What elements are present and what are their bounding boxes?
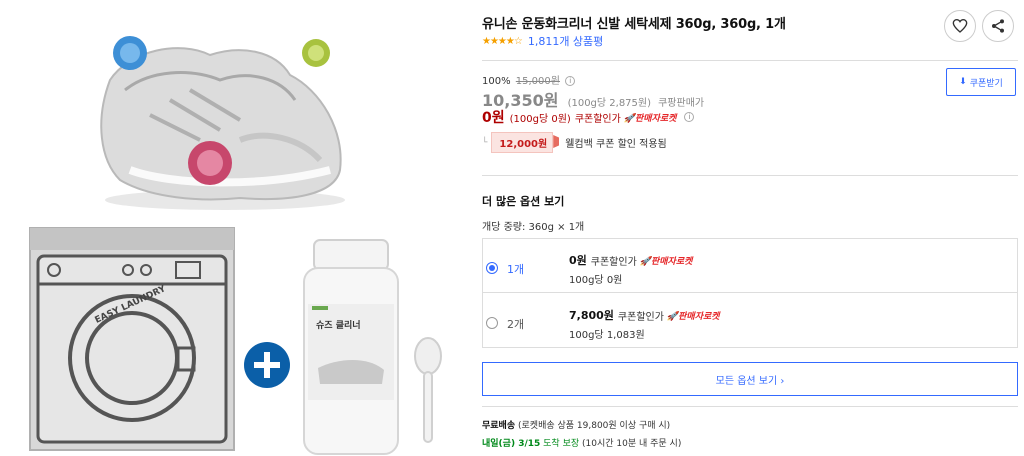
sneaker-image	[100, 36, 345, 210]
product-title: 유니손 운동화크리너 신발 세탁세제 360g, 360g, 1개	[482, 17, 786, 32]
free-shipping-detail: (로켓배송 상품 19,800원 이상 구매 시)	[518, 421, 671, 431]
arrival-detail: (10시간 10분 내 주문 시)	[582, 439, 682, 449]
scoop-image	[414, 337, 442, 443]
heart-icon	[952, 18, 968, 33]
options-subtitle: 개당 중량: 360g × 1개	[482, 222, 585, 233]
arrival-date: 내일(금) 3/15	[482, 439, 541, 449]
divider	[482, 175, 1018, 176]
option-radio[interactable]	[486, 317, 498, 329]
free-shipping-label: 무료배송	[482, 421, 516, 431]
rocket-badge: 🚀판매자로켓	[666, 311, 720, 322]
coupon-unit-price: (100g당 0원)	[509, 113, 571, 125]
rating-row: ★★★★☆ 1,811개 상품평	[482, 33, 603, 49]
option-price: 0원	[569, 254, 587, 267]
option-qty: 2개	[507, 318, 525, 331]
info-icon[interactable]: i	[684, 112, 695, 122]
rocket-badge: 🚀판매자로켓	[623, 113, 677, 124]
discount-row: 100% 15,000원 i	[482, 72, 576, 87]
discount-rate: 100%	[482, 76, 511, 87]
laundry-bag-image	[29, 227, 235, 451]
original-price: 15,000원	[515, 76, 560, 87]
option-unit-price: 100g당 1,083원	[569, 330, 645, 341]
arrival-info: 내일(금) 3/15 도착 보장 (10시간 10분 내 주문 시)	[482, 436, 681, 449]
cashback-badge: 12,000원	[491, 132, 554, 153]
share-button[interactable]	[982, 10, 1014, 42]
star-rating: ★★★★☆	[482, 35, 523, 47]
option-price-label: 쿠폰할인가	[590, 256, 637, 268]
wishlist-button[interactable]	[944, 10, 976, 42]
rocket-badge: 🚀판매자로켓	[639, 256, 693, 267]
option-price: 7,800원	[569, 309, 614, 322]
share-icon	[992, 19, 1004, 33]
bottle-label-text: 슈즈 클리너	[316, 321, 361, 331]
shoe-cleaner-bottle-image	[303, 239, 399, 455]
info-icon[interactable]: i	[565, 76, 576, 86]
option-item-1[interactable]: 1개 0원 쿠폰할인가 🚀판매자로켓 100g당 0원	[483, 239, 1017, 293]
corner-arrow-icon: └	[482, 137, 488, 148]
cashback-text: 웰컴백 쿠폰 할인 적용됨	[565, 139, 667, 150]
divider	[482, 60, 1018, 61]
coupon-price: 0원	[482, 110, 505, 126]
more-options-title: 더 많은 옵션 보기	[482, 195, 565, 208]
product-info-panel: 유니손 운동화크리너 신발 세탁세제 360g, 360g, 1개 ★★★★☆ …	[482, 0, 1024, 456]
option-item-2[interactable]: 2개 7,800원 쿠폰할인가 🚀판매자로켓 100g당 1,083원	[483, 294, 1017, 348]
free-shipping-info: 무료배송 (로켓배송 상품 19,800원 이상 구매 시)	[482, 418, 670, 431]
cashback-row: └ 12,000원 웰컴백 쿠폰 할인 적용됨	[482, 132, 667, 153]
option-price-label: 쿠폰할인가	[617, 311, 664, 323]
option-price-row: 7,800원 쿠폰할인가 🚀판매자로켓	[569, 307, 720, 323]
all-options-button[interactable]: 모든 옵션 보기 ›	[482, 362, 1018, 396]
coupon-price-row: 0원 (100g당 0원) 쿠폰할인가 🚀판매자로켓 i	[482, 107, 695, 127]
download-icon: ⬇	[959, 77, 967, 87]
product-image-gallery: EASY LAUNDRY 슈즈 클리너	[0, 0, 470, 456]
option-qty: 1개	[507, 263, 525, 276]
plus-icon	[244, 342, 290, 388]
arrival-guarantee: 도착 보장	[543, 439, 580, 449]
coupon-download-button[interactable]: ⬇ 쿠폰받기	[946, 68, 1016, 96]
option-unit-price: 100g당 0원	[569, 275, 623, 286]
divider	[482, 406, 1018, 407]
review-count-link[interactable]: 1,811개 상품평	[528, 33, 603, 49]
coupon-price-label: 쿠폰할인가	[574, 113, 621, 125]
coupon-download-label: 쿠폰받기	[969, 78, 1003, 89]
option-price-row: 0원 쿠폰할인가 🚀판매자로켓	[569, 252, 692, 268]
option-list: 1개 0원 쿠폰할인가 🚀판매자로켓 100g당 0원 2개 7,800원 쿠폰…	[482, 238, 1018, 348]
option-radio-selected[interactable]	[486, 262, 498, 274]
